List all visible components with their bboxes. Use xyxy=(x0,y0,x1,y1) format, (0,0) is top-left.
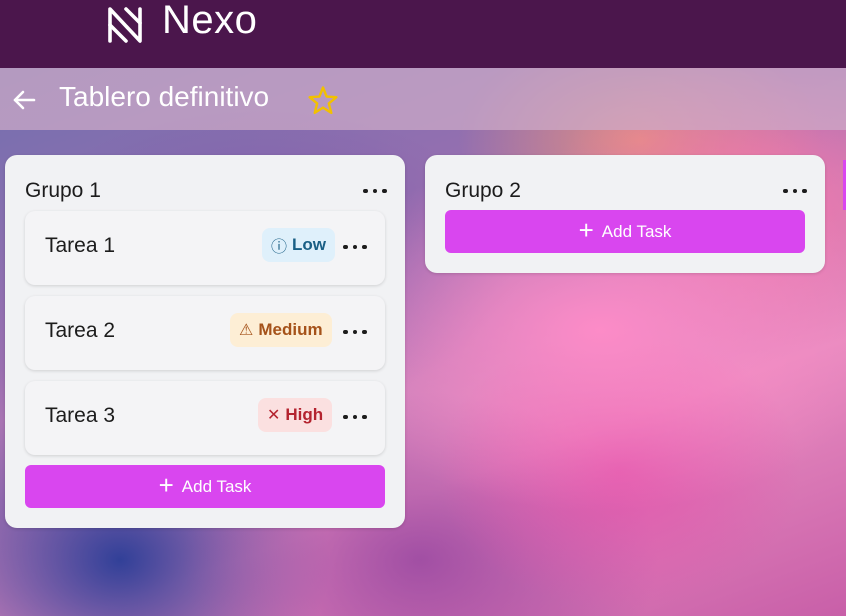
more-horizontal-icon[interactable] xyxy=(343,411,367,423)
task-title: Tarea 3 xyxy=(45,404,116,427)
column-grupo-2: Grupo 2 + Add Task xyxy=(425,155,825,273)
add-task-label: Add Task xyxy=(601,221,672,241)
priority-badge-high: ✕ High xyxy=(258,398,333,432)
star-outline-icon[interactable] xyxy=(306,84,340,118)
top-navbar: Nexo xyxy=(0,0,846,68)
task-card[interactable]: Tarea 3 ✕ High xyxy=(25,381,385,455)
priority-label: Medium xyxy=(258,320,323,339)
info-icon: ⓘ xyxy=(271,239,288,256)
add-task-button[interactable]: + Add Task xyxy=(25,465,385,508)
priority-label: Low xyxy=(292,235,327,254)
more-horizontal-icon[interactable] xyxy=(343,326,367,338)
more-horizontal-icon[interactable] xyxy=(363,185,387,197)
task-card[interactable]: Tarea 1 ⓘ Low xyxy=(25,211,385,285)
more-horizontal-icon[interactable] xyxy=(783,185,807,197)
arrow-left-icon[interactable] xyxy=(10,86,38,114)
task-title: Tarea 1 xyxy=(45,234,116,257)
priority-badge-low: ⓘ Low xyxy=(262,228,336,262)
close-icon: ✕ xyxy=(267,407,281,424)
board-header: Tablero definitivo xyxy=(0,68,846,130)
plus-icon: + xyxy=(578,215,594,245)
warning-icon: ⚠ xyxy=(239,322,254,339)
app-name[interactable]: Nexo xyxy=(162,0,257,43)
add-task-label: Add Task xyxy=(181,476,252,496)
task-title: Tarea 2 xyxy=(45,319,116,342)
priority-label: High xyxy=(285,405,324,424)
board-title: Tablero definitivo xyxy=(59,81,270,112)
column-title: Grupo 2 xyxy=(445,179,521,202)
column-title: Grupo 1 xyxy=(25,179,101,202)
more-horizontal-icon[interactable] xyxy=(343,241,367,253)
task-card[interactable]: Tarea 2 ⚠ Medium xyxy=(25,296,385,370)
plus-icon: + xyxy=(158,470,174,500)
priority-badge-medium: ⚠ Medium xyxy=(230,313,332,347)
nexo-logo-icon xyxy=(108,7,142,43)
add-task-button[interactable]: + Add Task xyxy=(445,210,805,253)
column-grupo-1: Grupo 1 Tarea 1 ⓘ Low Tarea 2 ⚠ Medium T… xyxy=(5,155,405,528)
